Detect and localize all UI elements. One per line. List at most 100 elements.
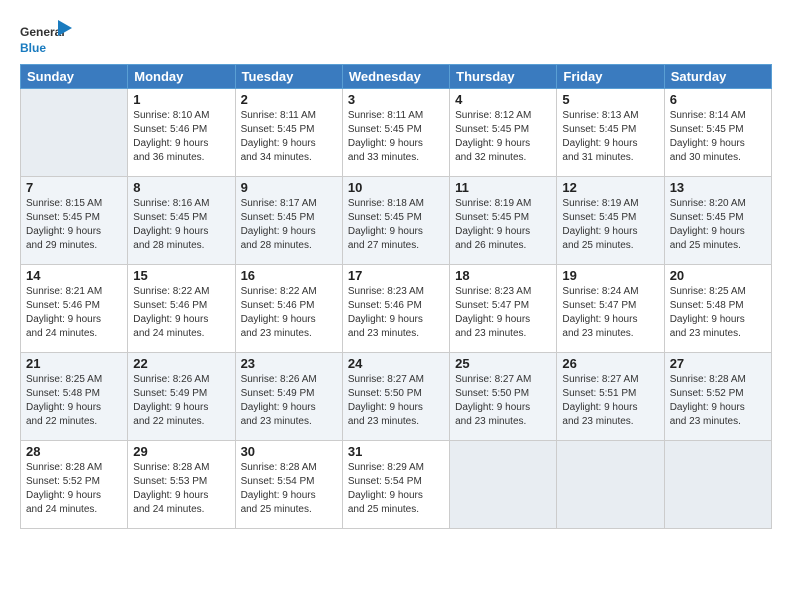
day-number: 25	[455, 356, 551, 371]
day-cell	[21, 89, 128, 177]
day-cell: 3 Sunrise: 8:11 AM Sunset: 5:45 PM Daylig…	[342, 89, 449, 177]
day-cell: 29 Sunrise: 8:28 AM Sunset: 5:53 PM Dayli…	[128, 441, 235, 529]
day-number: 19	[562, 268, 658, 283]
day-cell: 11 Sunrise: 8:19 AM Sunset: 5:45 PM Dayli…	[450, 177, 557, 265]
day-cell: 4Sunrise: 8:12 AM Sunset: 5:45 PM Daylig…	[450, 89, 557, 177]
day-info: Sunrise: 8:20 AM Sunset: 5:45 PM Dayligh…	[670, 197, 766, 253]
day-cell: 10Sunrise: 8:18 AM Sunset: 5:45 PM Dayli…	[342, 177, 449, 265]
week-row-1: 1Sunrise: 8:10 AM Sunset: 5:46 PM Daylig…	[21, 89, 772, 177]
day-cell: 17Sunrise: 8:23 AM Sunset: 5:46 PM Dayli…	[342, 265, 449, 353]
day-cell	[450, 441, 557, 529]
day-number: 26	[562, 356, 658, 371]
day-cell: 28 Sunrise: 8:28 AM Sunset: 5:52 PM Dayli…	[21, 441, 128, 529]
day-cell: 15 Sunrise: 8:22 AM Sunset: 5:46 PM Dayli…	[128, 265, 235, 353]
day-cell: 25 Sunrise: 8:27 AM Sunset: 5:50 PM Dayli…	[450, 353, 557, 441]
svg-text:Blue: Blue	[20, 41, 46, 55]
day-number: 18	[455, 268, 551, 283]
day-cell: 9Sunrise: 8:17 AM Sunset: 5:45 PM Daylig…	[235, 177, 342, 265]
logo: General Blue	[20, 18, 72, 58]
day-number: 7	[26, 180, 122, 195]
day-info: Sunrise: 8:27 AM Sunset: 5:50 PM Dayligh…	[348, 373, 444, 429]
weekday-header-row: SundayMondayTuesdayWednesdayThursdayFrid…	[21, 65, 772, 89]
day-info: Sunrise: 8:19 AM Sunset: 5:45 PM Dayligh…	[562, 197, 658, 253]
day-info: Sunrise: 8:27 AM Sunset: 5:50 PM Dayligh…	[455, 373, 551, 429]
day-cell: 12Sunrise: 8:19 AM Sunset: 5:45 PM Dayli…	[557, 177, 664, 265]
day-number: 22	[133, 356, 229, 371]
day-cell: 26Sunrise: 8:27 AM Sunset: 5:51 PM Dayli…	[557, 353, 664, 441]
weekday-header-saturday: Saturday	[664, 65, 771, 89]
weekday-header-thursday: Thursday	[450, 65, 557, 89]
day-info: Sunrise: 8:28 AM Sunset: 5:52 PM Dayligh…	[26, 461, 122, 517]
week-row-4: 21 Sunrise: 8:25 AM Sunset: 5:48 PM Dayli…	[21, 353, 772, 441]
day-cell: 8Sunrise: 8:16 AM Sunset: 5:45 PM Daylig…	[128, 177, 235, 265]
day-cell: 14 Sunrise: 8:21 AM Sunset: 5:46 PM Dayli…	[21, 265, 128, 353]
day-number: 21	[26, 356, 122, 371]
day-cell: 21 Sunrise: 8:25 AM Sunset: 5:48 PM Dayli…	[21, 353, 128, 441]
day-info: Sunrise: 8:25 AM Sunset: 5:48 PM Dayligh…	[26, 373, 122, 429]
day-cell: 23Sunrise: 8:26 AM Sunset: 5:49 PM Dayli…	[235, 353, 342, 441]
day-number: 13	[670, 180, 766, 195]
day-cell	[664, 441, 771, 529]
weekday-header-monday: Monday	[128, 65, 235, 89]
weekday-header-friday: Friday	[557, 65, 664, 89]
day-number: 10	[348, 180, 444, 195]
week-row-5: 28 Sunrise: 8:28 AM Sunset: 5:52 PM Dayli…	[21, 441, 772, 529]
day-cell: 6Sunrise: 8:14 AM Sunset: 5:45 PM Daylig…	[664, 89, 771, 177]
day-info: Sunrise: 8:28 AM Sunset: 5:52 PM Dayligh…	[670, 373, 766, 429]
day-info: Sunrise: 8:28 AM Sunset: 5:54 PM Dayligh…	[241, 461, 337, 517]
day-info: Sunrise: 8:26 AM Sunset: 5:49 PM Dayligh…	[133, 373, 229, 429]
day-number: 11	[455, 180, 551, 195]
weekday-header-sunday: Sunday	[21, 65, 128, 89]
svg-text:General: General	[20, 25, 65, 39]
day-number: 31	[348, 444, 444, 459]
day-info: Sunrise: 8:24 AM Sunset: 5:47 PM Dayligh…	[562, 285, 658, 341]
header: General Blue	[20, 18, 772, 58]
day-number: 27	[670, 356, 766, 371]
day-cell: 5 Sunrise: 8:13 AM Sunset: 5:45 PM Daylig…	[557, 89, 664, 177]
week-row-3: 14 Sunrise: 8:21 AM Sunset: 5:46 PM Dayli…	[21, 265, 772, 353]
calendar-table: SundayMondayTuesdayWednesdayThursdayFrid…	[20, 64, 772, 529]
day-number: 16	[241, 268, 337, 283]
day-cell: 22 Sunrise: 8:26 AM Sunset: 5:49 PM Dayli…	[128, 353, 235, 441]
page: General Blue SundayMondayTuesdayWednesda…	[0, 0, 792, 612]
day-number: 20	[670, 268, 766, 283]
day-info: Sunrise: 8:11 AM Sunset: 5:45 PM Dayligh…	[348, 109, 444, 165]
day-cell: 24 Sunrise: 8:27 AM Sunset: 5:50 PM Dayli…	[342, 353, 449, 441]
week-row-2: 7Sunrise: 8:15 AM Sunset: 5:45 PM Daylig…	[21, 177, 772, 265]
day-number: 24	[348, 356, 444, 371]
day-number: 15	[133, 268, 229, 283]
day-info: Sunrise: 8:21 AM Sunset: 5:46 PM Dayligh…	[26, 285, 122, 341]
day-cell: 31 Sunrise: 8:29 AM Sunset: 5:54 PM Dayli…	[342, 441, 449, 529]
day-info: Sunrise: 8:19 AM Sunset: 5:45 PM Dayligh…	[455, 197, 551, 253]
day-number: 14	[26, 268, 122, 283]
day-number: 30	[241, 444, 337, 459]
weekday-header-wednesday: Wednesday	[342, 65, 449, 89]
day-number: 4	[455, 92, 551, 107]
day-info: Sunrise: 8:16 AM Sunset: 5:45 PM Dayligh…	[133, 197, 229, 253]
day-info: Sunrise: 8:25 AM Sunset: 5:48 PM Dayligh…	[670, 285, 766, 341]
day-number: 2	[241, 92, 337, 107]
day-info: Sunrise: 8:22 AM Sunset: 5:46 PM Dayligh…	[241, 285, 337, 341]
day-number: 28	[26, 444, 122, 459]
day-cell: 30 Sunrise: 8:28 AM Sunset: 5:54 PM Dayli…	[235, 441, 342, 529]
day-info: Sunrise: 8:26 AM Sunset: 5:49 PM Dayligh…	[241, 373, 337, 429]
day-cell: 27 Sunrise: 8:28 AM Sunset: 5:52 PM Dayli…	[664, 353, 771, 441]
day-number: 29	[133, 444, 229, 459]
day-cell: 19 Sunrise: 8:24 AM Sunset: 5:47 PM Dayli…	[557, 265, 664, 353]
logo-symbol: General Blue	[20, 18, 72, 58]
day-cell: 7Sunrise: 8:15 AM Sunset: 5:45 PM Daylig…	[21, 177, 128, 265]
day-number: 17	[348, 268, 444, 283]
day-cell: 13 Sunrise: 8:20 AM Sunset: 5:45 PM Dayli…	[664, 177, 771, 265]
day-cell: 20 Sunrise: 8:25 AM Sunset: 5:48 PM Dayli…	[664, 265, 771, 353]
weekday-header-tuesday: Tuesday	[235, 65, 342, 89]
day-info: Sunrise: 8:28 AM Sunset: 5:53 PM Dayligh…	[133, 461, 229, 517]
day-info: Sunrise: 8:17 AM Sunset: 5:45 PM Dayligh…	[241, 197, 337, 253]
day-info: Sunrise: 8:13 AM Sunset: 5:45 PM Dayligh…	[562, 109, 658, 165]
logo-svg: General Blue	[20, 18, 72, 58]
day-info: Sunrise: 8:22 AM Sunset: 5:46 PM Dayligh…	[133, 285, 229, 341]
day-info: Sunrise: 8:29 AM Sunset: 5:54 PM Dayligh…	[348, 461, 444, 517]
day-number: 5	[562, 92, 658, 107]
day-cell: 18Sunrise: 8:23 AM Sunset: 5:47 PM Dayli…	[450, 265, 557, 353]
day-cell: 1Sunrise: 8:10 AM Sunset: 5:46 PM Daylig…	[128, 89, 235, 177]
day-number: 3	[348, 92, 444, 107]
